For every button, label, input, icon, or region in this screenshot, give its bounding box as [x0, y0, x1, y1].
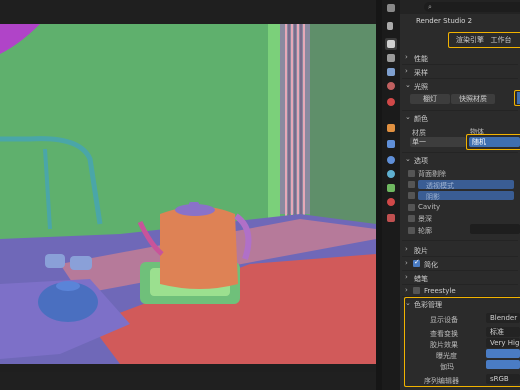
- gamma-slider[interactable]: [486, 360, 520, 369]
- material-icon[interactable]: [385, 196, 397, 208]
- sequencer-label: 序列编辑器: [424, 377, 459, 385]
- display-device-select[interactable]: Blender: [486, 313, 520, 323]
- panel-film-header[interactable]: › 胶片: [402, 244, 520, 256]
- divider: [402, 110, 518, 111]
- panel-options-header[interactable]: ⌄ 选项: [402, 154, 520, 166]
- viewport-render: [0, 24, 376, 364]
- panel-sampling-header[interactable]: › 采样: [402, 66, 520, 78]
- chevron-right-icon: ›: [405, 259, 408, 267]
- chevron-right-icon: ›: [405, 245, 408, 253]
- editor-type-icon[interactable]: [385, 2, 397, 14]
- chevron-right-icon: ›: [405, 273, 408, 281]
- cavity-label: Cavity: [418, 203, 441, 211]
- divider: [402, 240, 518, 241]
- properties-header: ⌕: [400, 0, 520, 14]
- cavity-checkbox[interactable]: [408, 204, 415, 211]
- color-single-button[interactable]: 单一: [410, 137, 466, 147]
- world-icon[interactable]: [385, 96, 397, 108]
- object-icon[interactable]: [385, 122, 397, 134]
- particles-icon[interactable]: [385, 154, 397, 166]
- constraints-icon[interactable]: [385, 182, 397, 194]
- panel-performance-header[interactable]: › 性能: [402, 52, 520, 64]
- divider: [402, 256, 518, 257]
- tab-workbench[interactable]: 工作台: [487, 35, 515, 46]
- shadow-label: 阴影: [426, 193, 440, 201]
- gamma-label: 伽玛: [440, 363, 454, 371]
- sequencer-select[interactable]: sRGB: [486, 374, 520, 384]
- lighting-matcap-button[interactable]: 快照材质: [451, 94, 495, 104]
- chevron-down-icon: ⌄: [405, 155, 411, 163]
- render-properties-icon[interactable]: [385, 38, 397, 50]
- view-layer-icon[interactable]: [385, 66, 397, 78]
- chevron-down-icon: ⌄: [405, 299, 411, 307]
- scene-title-row: Render Studio 2: [400, 14, 520, 30]
- view-transform-select[interactable]: 标准: [486, 327, 520, 337]
- shadow-checkbox[interactable]: [408, 192, 415, 199]
- xray-label: 透视模式: [426, 182, 454, 190]
- output-properties-icon[interactable]: [385, 52, 397, 64]
- chevron-right-icon: ›: [405, 53, 408, 61]
- tool-icon[interactable]: [385, 20, 397, 32]
- freestyle-checkbox[interactable]: [413, 287, 420, 294]
- modifier-icon[interactable]: [385, 138, 397, 150]
- color-random-highlight: [466, 134, 520, 150]
- properties-editor: ⌕ Render Studio 2 渲染引擎 工作台 › 性能 › 采样 ⌄ 光…: [400, 0, 520, 390]
- outline-label: 轮廓: [418, 227, 432, 235]
- render-tabs: 渲染引擎 工作台: [448, 32, 520, 48]
- simplify-checkbox[interactable]: [413, 258, 420, 267]
- chevron-right-icon: ›: [405, 286, 408, 294]
- panel-grease-pencil-header[interactable]: › 蜡笔: [402, 272, 520, 284]
- dof-label: 景深: [418, 215, 432, 223]
- chevron-down-icon: ⌄: [405, 81, 411, 89]
- backface-culling-checkbox[interactable]: [408, 170, 415, 177]
- tab-render-engine[interactable]: 渲染引擎: [455, 35, 485, 46]
- exposure-label: 曝光度: [436, 352, 457, 360]
- exposure-slider[interactable]: [486, 349, 520, 358]
- lighting-flat-highlight: [514, 90, 520, 106]
- look-select[interactable]: Very High C: [486, 338, 520, 348]
- chevron-right-icon: ›: [405, 67, 408, 75]
- outline-checkbox[interactable]: [408, 227, 415, 234]
- chevron-down-icon: ⌄: [405, 113, 411, 121]
- lighting-studio-button[interactable]: 棚灯: [410, 94, 450, 104]
- xray-checkbox[interactable]: [408, 181, 415, 188]
- viewport-bottom-band: [0, 372, 376, 390]
- outline-color-swatch[interactable]: [470, 224, 520, 234]
- 3d-viewport[interactable]: [0, 0, 376, 390]
- display-device-label: 显示设备: [430, 316, 458, 324]
- look-label: 胶片效果: [430, 341, 458, 349]
- divider: [402, 270, 518, 271]
- panel-lighting-header[interactable]: ⌄ 光照: [402, 80, 520, 92]
- texture-icon[interactable]: [385, 212, 397, 224]
- divider: [402, 64, 518, 65]
- divider: [402, 152, 518, 153]
- view-transform-label: 查看变换: [430, 330, 458, 338]
- panel-color-management-header[interactable]: ⌄ 色彩管理: [402, 298, 520, 310]
- panel-color-header[interactable]: ⌄ 颜色: [402, 112, 520, 124]
- dof-checkbox[interactable]: [408, 215, 415, 222]
- scene-icon[interactable]: [385, 80, 397, 92]
- backface-culling-label: 背面剔除: [418, 170, 446, 178]
- physics-icon[interactable]: [385, 168, 397, 180]
- divider: [402, 78, 518, 79]
- properties-tab-strip: [382, 0, 400, 390]
- scene-title: Render Studio 2: [416, 17, 473, 25]
- search-input[interactable]: ⌕: [424, 2, 520, 12]
